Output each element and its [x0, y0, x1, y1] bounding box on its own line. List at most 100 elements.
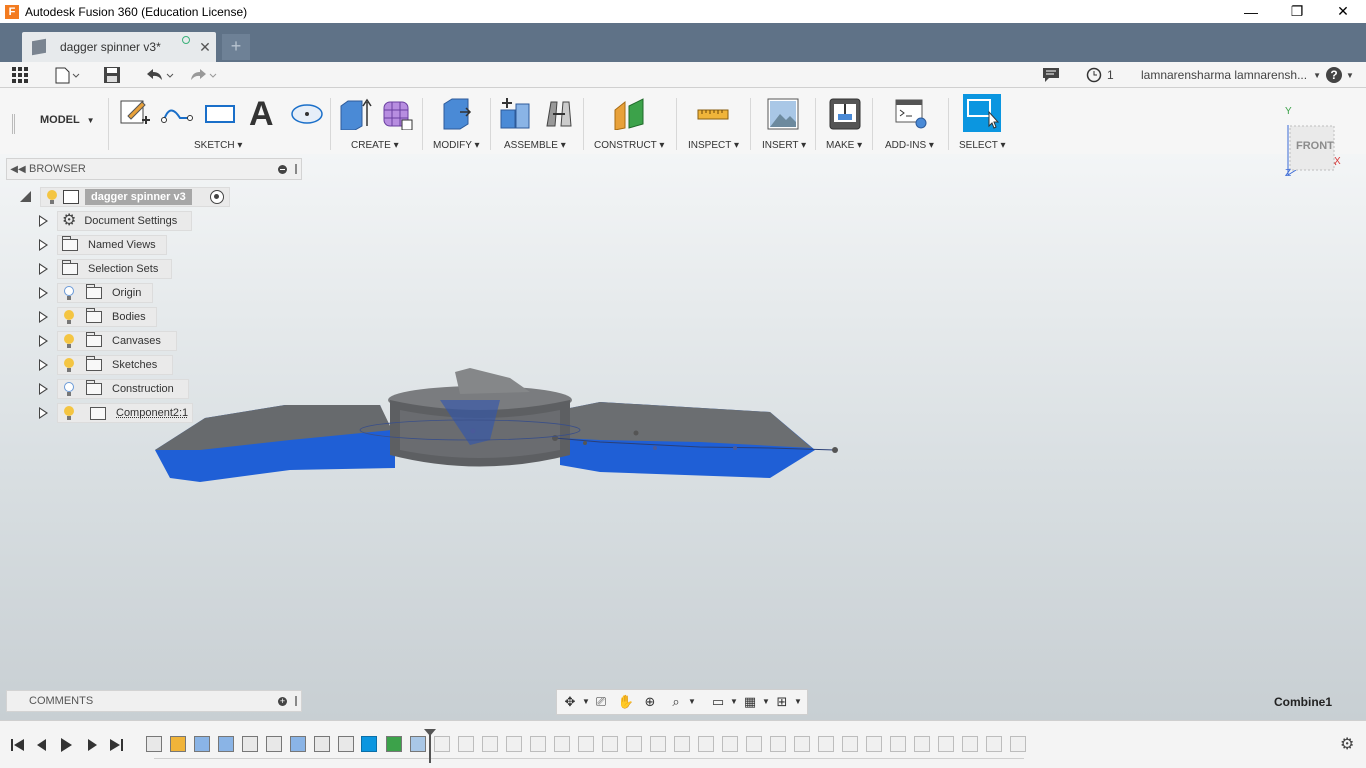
root-component-node[interactable]: dagger spinner v3 [40, 187, 230, 207]
browser-node[interactable]: Selection Sets [57, 259, 172, 279]
browser-node[interactable]: Canvases [57, 331, 177, 351]
timeline-feature-suppressed[interactable] [650, 736, 666, 752]
timeline-feature-extrude[interactable] [218, 736, 234, 752]
assemble-group-menu[interactable]: ASSEMBLE ▾ [504, 140, 566, 151]
timeline-feature-extrude[interactable] [194, 736, 210, 752]
timeline-feature-suppressed[interactable] [698, 736, 714, 752]
timeline-feature-suppressed[interactable] [434, 736, 450, 752]
form-tool-icon[interactable] [380, 96, 414, 130]
scripts-addins-icon[interactable] [894, 96, 928, 130]
timeline-feature-suppressed[interactable] [578, 736, 594, 752]
step-back-icon[interactable] [34, 737, 50, 753]
expand-arrow-icon[interactable] [39, 335, 48, 347]
timeline-feature-suppressed[interactable] [554, 736, 570, 752]
comments-panel-header[interactable]: COMMENTS + [6, 690, 302, 712]
browser-panel-header[interactable]: ◀◀ BROWSER [6, 158, 302, 180]
insert-image-icon[interactable] [766, 96, 800, 130]
timeline-feature-suppressed[interactable] [986, 736, 1002, 752]
play-icon[interactable] [58, 737, 74, 753]
timeline-feature-fillet[interactable] [338, 736, 354, 752]
toolbar-grip[interactable] [12, 114, 15, 134]
visibility-bulb-icon[interactable] [64, 406, 74, 420]
expand-arrow-icon[interactable] [39, 263, 48, 275]
browser-node[interactable]: Named Views [57, 235, 167, 255]
extrude-icon[interactable] [338, 96, 372, 130]
timeline-feature-move[interactable] [242, 736, 258, 752]
redo-button[interactable] [186, 66, 218, 84]
timeline-feature-suppressed[interactable] [938, 736, 954, 752]
insert-group-menu[interactable]: INSERT ▾ [762, 140, 806, 151]
select-group-menu[interactable]: SELECT ▾ [959, 140, 1006, 151]
undo-button[interactable] [143, 66, 175, 84]
timeline-settings-gear-icon[interactable]: ⚙ [1340, 737, 1356, 753]
pin-panel-icon[interactable] [295, 164, 297, 174]
model-render[interactable] [0, 154, 1366, 720]
timeline-feature-suppressed[interactable] [914, 736, 930, 752]
browser-node[interactable]: Construction [57, 379, 189, 399]
timeline-feature-suppressed[interactable] [866, 736, 882, 752]
chevron-down-icon[interactable]: ▼ [683, 694, 701, 710]
look-at-icon[interactable]: ⎚ [592, 694, 610, 710]
view-cube-face-label[interactable]: FRONT [1296, 140, 1334, 152]
timeline-feature-combine-selected[interactable] [361, 736, 377, 752]
minimize-browser-icon[interactable] [278, 164, 287, 174]
text-tool-icon[interactable]: A [246, 96, 280, 130]
make-group-menu[interactable]: MAKE ▾ [826, 140, 862, 151]
timeline-feature-suppressed[interactable] [506, 736, 522, 752]
expand-arrow-icon[interactable] [39, 407, 48, 419]
sketch-point-icon[interactable] [290, 96, 324, 130]
offset-plane-icon[interactable] [612, 96, 646, 130]
sketch-group-menu[interactable]: SKETCH ▾ [194, 140, 242, 151]
close-tab-button[interactable]: ✕ [194, 39, 216, 56]
timeline-feature-move[interactable] [266, 736, 282, 752]
timeline-feature-suppressed[interactable] [794, 736, 810, 752]
help-menu-button[interactable]: ? ▼ [1326, 66, 1354, 84]
timeline-feature-suppressed[interactable] [962, 736, 978, 752]
expand-arrow-icon[interactable] [39, 287, 48, 299]
collapse-triangle-icon[interactable] [20, 191, 31, 202]
timeline-feature-suppressed[interactable] [1010, 736, 1026, 752]
expand-arrow-icon[interactable] [39, 311, 48, 323]
expand-arrow-icon[interactable] [39, 383, 48, 395]
visibility-bulb-off-icon[interactable] [64, 286, 74, 300]
inspect-group-menu[interactable]: INSPECT ▾ [688, 140, 739, 151]
timeline-feature-sketch[interactable] [170, 736, 186, 752]
press-pull-icon[interactable] [440, 96, 474, 130]
visibility-bulb-icon[interactable] [64, 310, 74, 324]
joint-icon[interactable] [541, 96, 575, 130]
timeline-feature-suppressed[interactable] [722, 736, 738, 752]
expand-arrow-icon[interactable] [39, 239, 48, 251]
timeline-feature-plane[interactable] [386, 736, 402, 752]
close-window-button[interactable]: ✕ [1320, 0, 1366, 23]
measure-icon[interactable] [696, 96, 730, 130]
chevron-down-icon[interactable]: ▼ [789, 694, 807, 710]
new-tab-button[interactable]: + [222, 34, 250, 60]
data-panel-button[interactable] [11, 66, 29, 84]
user-account-menu[interactable]: lamnarensharma lamnarensh... ▼ [1141, 66, 1321, 84]
browser-node[interactable]: Sketches [57, 355, 173, 375]
restore-button[interactable]: ❐ [1274, 0, 1320, 23]
expand-arrow-icon[interactable] [39, 359, 48, 371]
timeline-feature-suppressed[interactable] [530, 736, 546, 752]
notifications-button[interactable] [1042, 66, 1060, 84]
workspace-switcher[interactable]: MODEL ▼ [28, 114, 95, 130]
line-tool-icon[interactable] [160, 96, 194, 130]
step-forward-icon[interactable] [84, 737, 100, 753]
add-comment-icon[interactable]: + [278, 696, 287, 706]
collapse-panel-icon[interactable]: ◀◀ [7, 164, 29, 175]
visibility-bulb-icon[interactable] [64, 334, 74, 348]
timeline-feature-suppressed[interactable] [482, 736, 498, 752]
go-to-start-icon[interactable] [10, 737, 26, 753]
visibility-bulb-icon[interactable] [64, 358, 74, 372]
expand-arrow-icon[interactable] [39, 215, 48, 227]
job-status-button[interactable]: 1 [1086, 66, 1114, 84]
file-menu-button[interactable] [54, 66, 80, 84]
visibility-bulb-off-icon[interactable] [64, 382, 74, 396]
browser-node[interactable]: Origin [57, 283, 153, 303]
timeline-feature-suppressed[interactable] [842, 736, 858, 752]
browser-node[interactable]: Component2:1 [57, 403, 193, 423]
timeline-feature-suppressed[interactable] [458, 736, 474, 752]
view-cube[interactable]: FRONT Y X Z [1285, 106, 1346, 180]
go-to-end-icon[interactable] [108, 737, 124, 753]
timeline-marker[interactable] [424, 729, 436, 763]
